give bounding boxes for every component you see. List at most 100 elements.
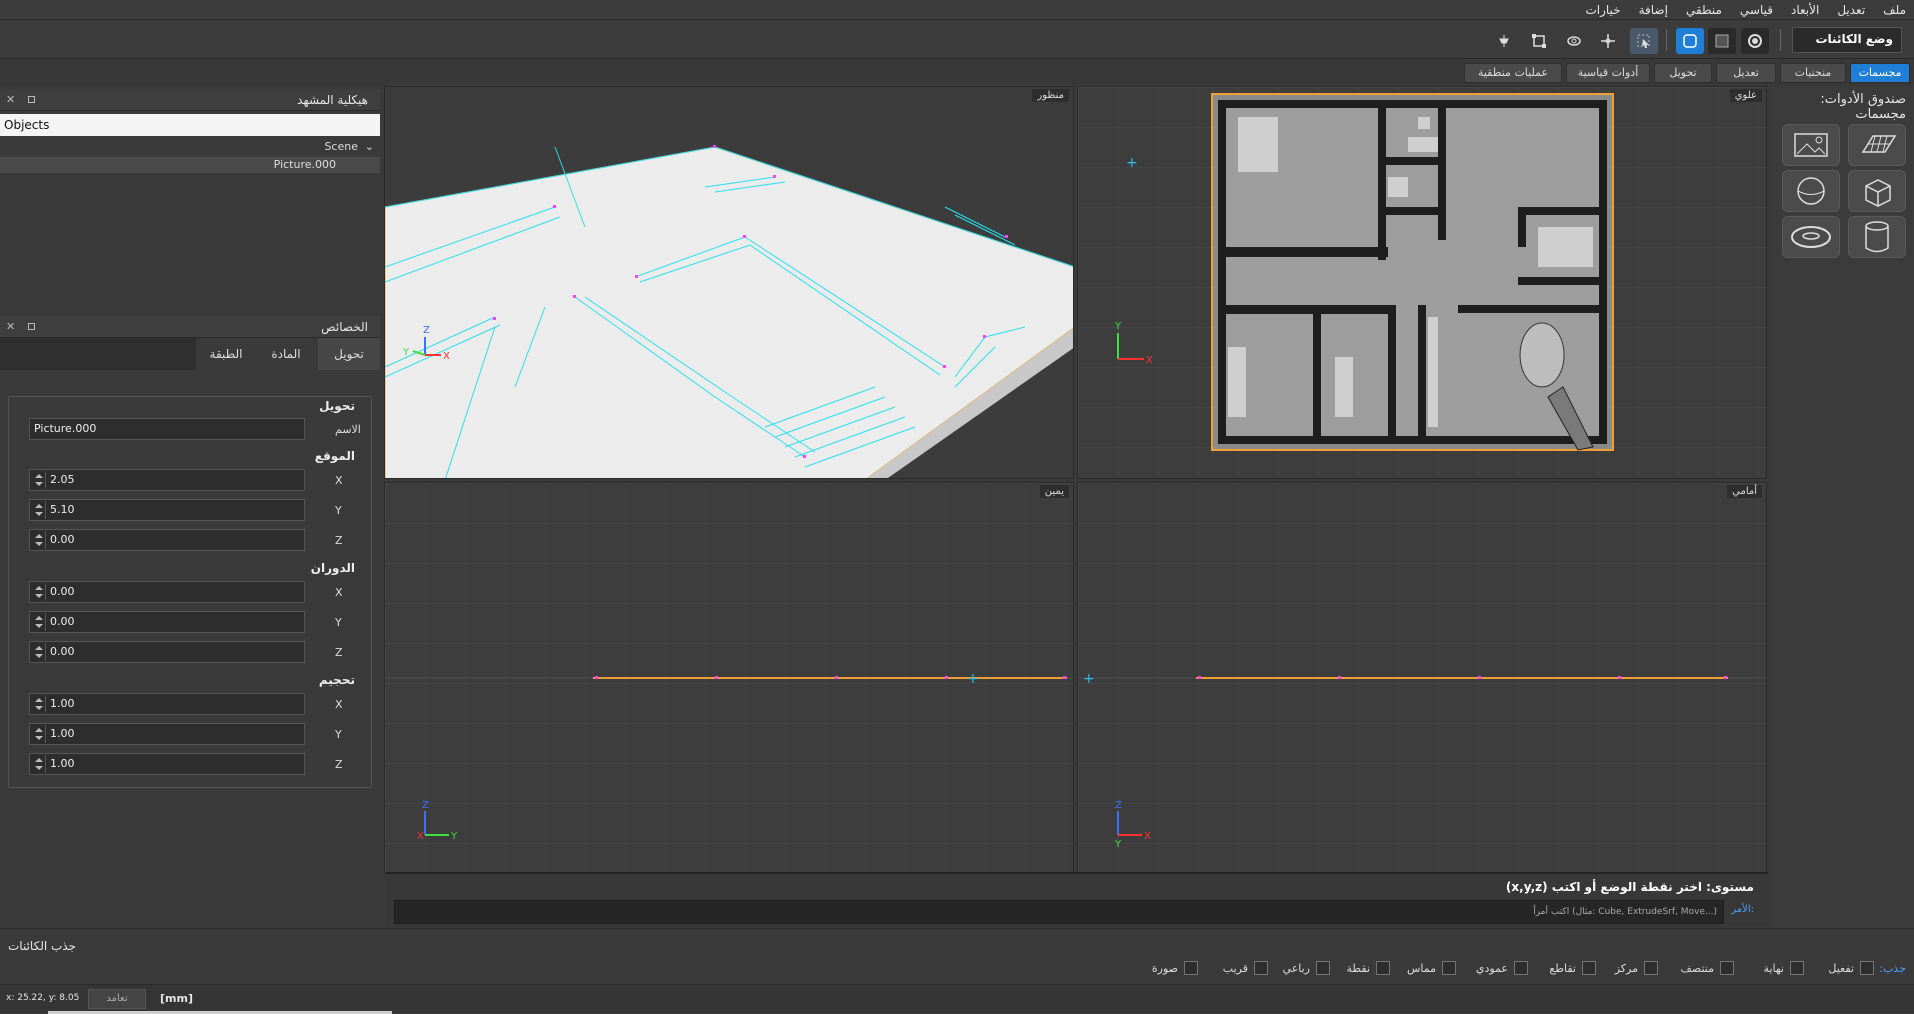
mode-selector[interactable]: وضع الكائنات <box>1792 27 1902 53</box>
cylinder-icon[interactable] <box>1848 216 1906 258</box>
tab-transform[interactable]: تحويل <box>1654 63 1712 83</box>
chevron-down-icon[interactable]: ⌄ <box>365 139 374 155</box>
tab-boolean-ops[interactable]: عمليات منطقية <box>1464 63 1562 83</box>
top-scene: + Y X <box>1114 93 1614 451</box>
snap-quadrant[interactable]: رباعي <box>1283 958 1330 978</box>
section-scale: تحجيم <box>318 673 355 687</box>
rotate-tool-icon[interactable] <box>1560 28 1588 54</box>
axis-label-x: X <box>335 586 343 599</box>
object-mode-icon[interactable] <box>1741 28 1769 54</box>
menu-addons[interactable]: إضافة <box>1639 3 1668 17</box>
spinner-icon[interactable] <box>32 583 46 601</box>
command-input[interactable]: اكتب أمراً (مثال: Cube, ExtrudeSrf, Move… <box>394 900 1724 924</box>
spinner-icon[interactable] <box>32 501 46 519</box>
menu-boolean[interactable]: منطقي <box>1686 3 1722 17</box>
spinner-icon[interactable] <box>32 755 46 773</box>
svg-text:Z: Z <box>1115 800 1122 811</box>
checkbox-icon[interactable] <box>1582 961 1596 975</box>
close-icon[interactable]: ✕ <box>6 316 15 338</box>
svg-text:+: + <box>967 671 979 687</box>
position-z-field[interactable]: 0.00 <box>29 529 305 551</box>
tab-material[interactable]: المادة <box>258 338 314 370</box>
snap-options: جذب: تفعيل نهاية منتصف مركز تقاطع عمودي … <box>0 958 1914 982</box>
tab-curves[interactable]: منحنيات <box>1780 63 1846 83</box>
scale-x-field[interactable]: 1.00 <box>29 693 305 715</box>
move-tool-icon[interactable] <box>1594 28 1622 54</box>
checkbox-icon[interactable] <box>1790 961 1804 975</box>
spinner-icon[interactable] <box>32 531 46 549</box>
menu-file[interactable]: ملف <box>1883 3 1906 17</box>
rotation-x-field[interactable]: 0.00 <box>29 581 305 603</box>
checkbox-icon[interactable] <box>1644 961 1658 975</box>
close-icon[interactable]: ✕ <box>6 89 15 111</box>
snap-label: نقطة <box>1346 961 1370 975</box>
menu-dimensions[interactable]: الأبعاد <box>1791 3 1819 17</box>
menu-edit[interactable]: تعديل <box>1837 3 1865 17</box>
axis-label-x: X <box>335 474 343 487</box>
checkbox-icon[interactable] <box>1860 961 1874 975</box>
float-icon[interactable] <box>28 323 35 330</box>
spinner-icon[interactable] <box>32 695 46 713</box>
pin-icon[interactable] <box>1490 28 1518 54</box>
spinner-icon[interactable] <box>32 725 46 743</box>
checkbox-icon[interactable] <box>1184 961 1198 975</box>
scale-z-field[interactable]: 1.00 <box>29 753 305 775</box>
spinner-icon[interactable] <box>32 471 46 489</box>
spinner-icon[interactable] <box>32 643 46 661</box>
snap-perpendicular[interactable]: عمودي <box>1476 958 1528 978</box>
name-field[interactable]: Picture.000 <box>29 418 305 440</box>
ortho-toggle[interactable]: تعامد <box>88 989 146 1009</box>
viewport-label-front: أمامي <box>1727 485 1762 498</box>
tab-modify[interactable]: تعديل <box>1716 63 1776 83</box>
snap-intersection[interactable]: تقاطع <box>1549 958 1596 978</box>
snap-mid[interactable]: منتصف <box>1681 958 1734 978</box>
viewport-right[interactable]: يمين + + Z Y X <box>384 482 1074 874</box>
checkbox-icon[interactable] <box>1376 961 1390 975</box>
snap-point[interactable]: نقطة <box>1346 958 1390 978</box>
viewport-top[interactable]: علوي + Y X <box>1077 86 1767 479</box>
snap-near[interactable]: قريب <box>1223 958 1268 978</box>
snap-image[interactable]: صورة <box>1152 958 1198 978</box>
name-label: الاسم <box>335 423 361 436</box>
checkbox-icon[interactable] <box>1442 961 1456 975</box>
torus-icon[interactable] <box>1782 216 1840 258</box>
position-y-field[interactable]: 5.10 <box>29 499 305 521</box>
float-icon[interactable] <box>28 96 35 103</box>
tree-row-picture[interactable]: Picture.000 <box>0 157 380 173</box>
sphere-icon[interactable] <box>1782 170 1840 212</box>
image-icon[interactable] <box>1782 124 1840 166</box>
snap-label: قريب <box>1222 961 1248 975</box>
select-tool-icon[interactable] <box>1630 28 1658 54</box>
tab-layer[interactable]: الطبقة <box>196 338 256 370</box>
snap-title: جذب الكائنات <box>8 939 77 953</box>
tab-solids[interactable]: مجسمات <box>1850 63 1910 83</box>
checkbox-icon[interactable] <box>1514 961 1528 975</box>
scale-y-field[interactable]: 1.00 <box>29 723 305 745</box>
objects-header: Objects <box>0 114 380 136</box>
snap-center[interactable]: مركز <box>1615 958 1658 978</box>
spinner-icon[interactable] <box>32 613 46 631</box>
viewport-perspective[interactable]: Z X Y منظور <box>384 86 1074 479</box>
svg-text:+: + <box>1126 155 1138 171</box>
snap-label: تقاطع <box>1549 961 1576 975</box>
menu-options[interactable]: خيارات <box>1585 3 1620 17</box>
snap-end[interactable]: نهاية <box>1764 958 1804 978</box>
tab-transform-props[interactable]: تحويل <box>318 338 380 370</box>
position-x-field[interactable]: 2.05 <box>29 469 305 491</box>
solid-mode-icon[interactable] <box>1676 28 1704 54</box>
snap-tangent[interactable]: مماس <box>1407 958 1456 978</box>
wire-mode-icon[interactable] <box>1708 28 1736 54</box>
plane-icon[interactable] <box>1848 124 1906 166</box>
checkbox-icon[interactable] <box>1254 961 1268 975</box>
menu-standard[interactable]: قياسي <box>1740 3 1773 17</box>
rotation-z-field[interactable]: 0.00 <box>29 641 305 663</box>
scale-tool-icon[interactable] <box>1525 28 1553 54</box>
viewport-front[interactable]: أمامي + Z X Y <box>1077 482 1767 874</box>
checkbox-icon[interactable] <box>1720 961 1734 975</box>
checkbox-icon[interactable] <box>1316 961 1330 975</box>
cube-icon[interactable] <box>1848 170 1906 212</box>
tree-row-scene[interactable]: Scene ⌄ <box>0 139 380 155</box>
rotation-y-field[interactable]: 0.00 <box>29 611 305 633</box>
snap-enable[interactable]: تفعيل <box>1828 958 1874 978</box>
tab-standard-tools[interactable]: أدوات قياسية <box>1566 63 1650 83</box>
